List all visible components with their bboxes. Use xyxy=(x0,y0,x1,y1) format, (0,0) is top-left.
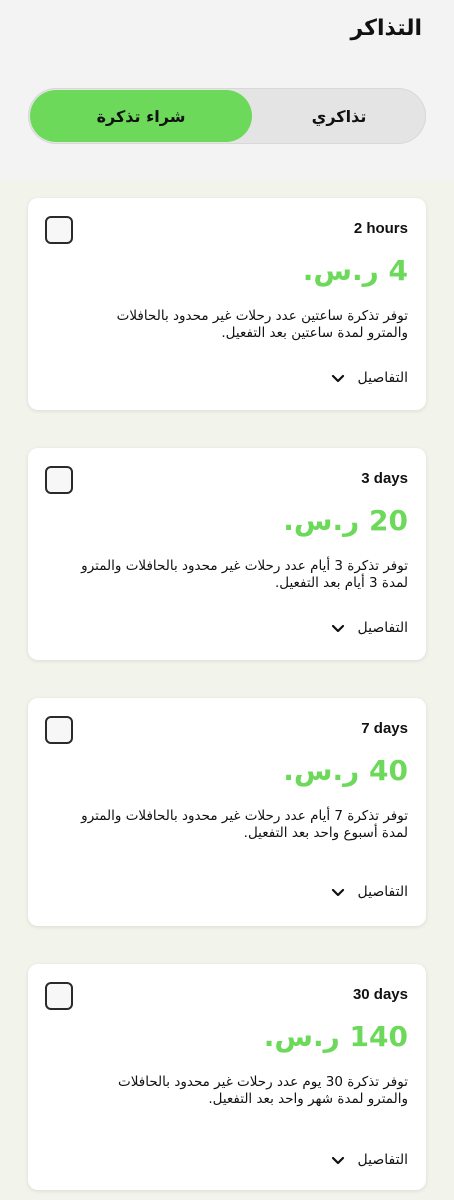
details-toggle[interactable]: التفاصيل xyxy=(330,1152,408,1168)
details-label: التفاصيل xyxy=(357,620,408,636)
details-label: التفاصيل xyxy=(357,1152,408,1168)
ticket-price: 4 ر.س. xyxy=(302,254,408,287)
header: التذاكر شراء تذكرة تذاكري xyxy=(0,0,454,180)
ticket-card-2-hours[interactable]: 2 hours 4 ر.س. توفر تذكرة ساعتين عدد رحل… xyxy=(28,198,426,410)
chevron-down-icon xyxy=(331,888,344,897)
ticket-description: توفر تذكرة 7 أيام عدد رحلات غير محدود با… xyxy=(81,808,408,841)
details-label: التفاصيل xyxy=(357,370,408,386)
ticket-price: 40 ر.س. xyxy=(283,754,408,787)
ticket-tabs: شراء تذكرة تذاكري xyxy=(28,88,426,144)
ticket-price: 20 ر.س. xyxy=(283,504,408,537)
ticket-description: توفر تذكرة 3 أيام عدد رحلات غير محدود با… xyxy=(81,558,408,591)
tab-buy-ticket[interactable]: شراء تذكرة xyxy=(30,90,252,142)
ticket-card-3-days[interactable]: 3 days 20 ر.س. توفر تذكرة 3 أيام عدد رحل… xyxy=(28,448,426,660)
ticket-duration: 7 days xyxy=(361,720,408,737)
ticket-description: توفر تذكرة 30 يوم عدد رحلات غير محدود با… xyxy=(118,1074,408,1107)
ticket-card-7-days[interactable]: 7 days 40 ر.س. توفر تذكرة 7 أيام عدد رحل… xyxy=(28,698,426,926)
chevron-down-icon xyxy=(331,624,344,633)
details-toggle[interactable]: التفاصيل xyxy=(330,884,408,900)
page-title: التذاكر xyxy=(350,16,422,41)
ticket-checkbox[interactable] xyxy=(45,716,73,744)
details-toggle[interactable]: التفاصيل xyxy=(330,620,408,636)
ticket-list: 2 hours 4 ر.س. توفر تذكرة ساعتين عدد رحل… xyxy=(0,180,454,1200)
ticket-checkbox[interactable] xyxy=(45,982,73,1010)
ticket-description: توفر تذكرة ساعتين عدد رحلات غير محدود با… xyxy=(116,308,408,341)
ticket-duration: 2 hours xyxy=(353,220,408,237)
ticket-checkbox[interactable] xyxy=(45,216,73,244)
details-toggle[interactable]: التفاصيل xyxy=(330,370,408,386)
ticket-card-30-days[interactable]: 30 days 140 ر.س. توفر تذكرة 30 يوم عدد ر… xyxy=(28,964,426,1190)
chevron-down-icon xyxy=(331,374,344,383)
tab-my-tickets[interactable]: تذاكري xyxy=(254,90,424,142)
ticket-price: 140 ر.س. xyxy=(263,1020,408,1053)
ticket-duration: 3 days xyxy=(361,470,408,487)
ticket-duration: 30 days xyxy=(352,986,408,1003)
details-label: التفاصيل xyxy=(357,884,408,900)
chevron-down-icon xyxy=(331,1156,344,1165)
ticket-checkbox[interactable] xyxy=(45,466,73,494)
